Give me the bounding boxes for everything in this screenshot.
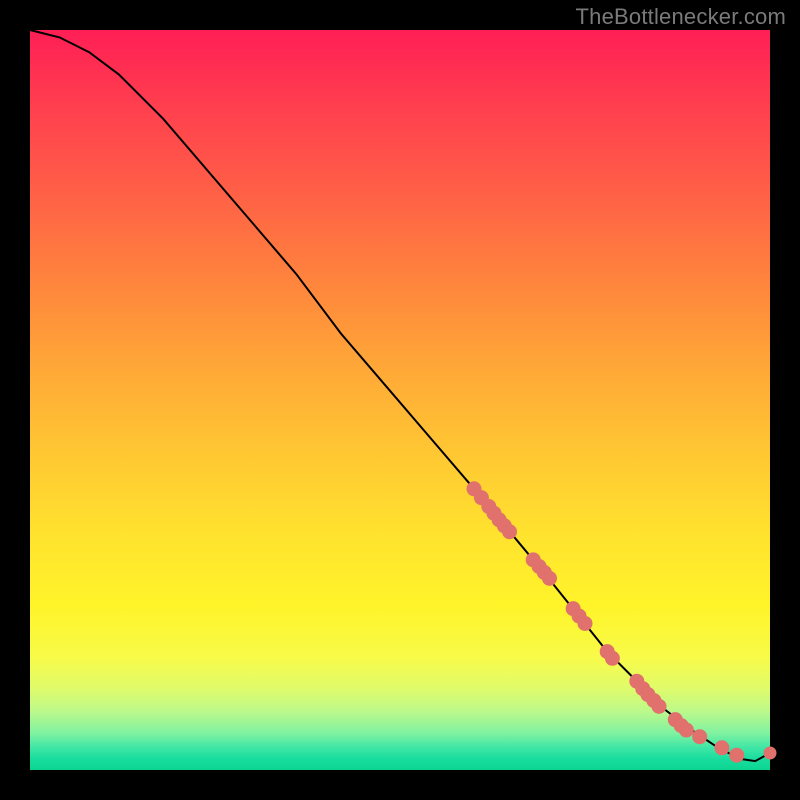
plot-svg	[30, 30, 770, 770]
marker-dot	[679, 723, 693, 737]
marker-dot	[542, 571, 556, 585]
marker-group	[467, 482, 776, 762]
bottleneck-curve	[30, 30, 770, 761]
marker-dot	[503, 525, 517, 539]
marker-dot	[715, 741, 729, 755]
marker-dot	[652, 699, 666, 713]
marker-dot	[605, 651, 619, 665]
marker-dot	[578, 616, 592, 630]
marker-dot	[764, 747, 776, 759]
chart-stage: TheBottlenecker.com	[0, 0, 800, 800]
attribution-label: TheBottlenecker.com	[576, 4, 786, 30]
plot-region	[30, 30, 770, 770]
marker-dot	[730, 748, 744, 762]
marker-dot	[693, 730, 707, 744]
